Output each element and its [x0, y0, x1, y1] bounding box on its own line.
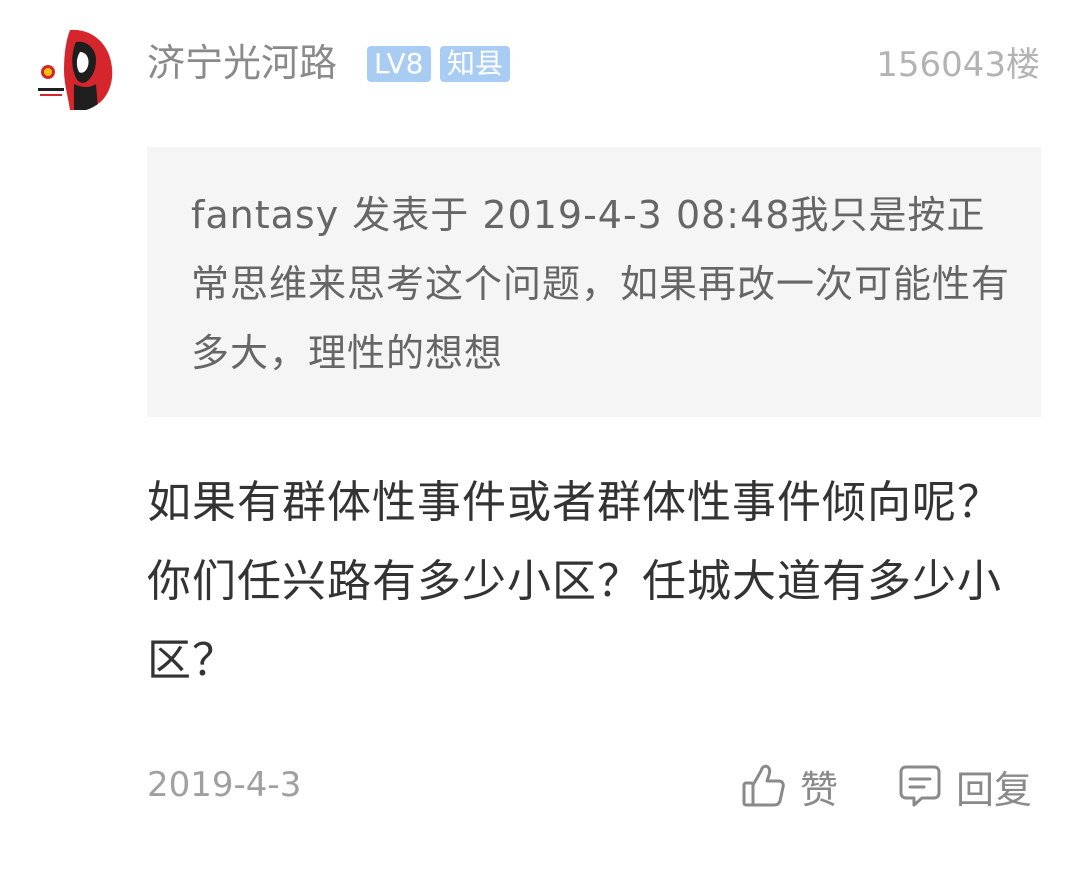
quote-text: fantasy 发表于 2019-4-3 08:48我只是按正常思维来思考这个问… [191, 193, 1011, 375]
post-content: 如果有群体性事件或者群体性事件倾向呢？你们任兴路有多少小区？任城大道有多少小区？ [147, 477, 1002, 686]
like-label: 赞 [800, 767, 839, 812]
reply-label: 回复 [956, 767, 1033, 812]
post-date: 2019-4-3 [147, 765, 302, 805]
like-button[interactable]: 赞 [742, 758, 838, 814]
user-avatar[interactable] [30, 26, 116, 112]
quoted-reply: fantasy 发表于 2019-4-3 08:48我只是按正常思维来思考这个问… [147, 147, 1041, 417]
comment-icon [898, 763, 942, 809]
username[interactable]: 济宁光河路 [147, 38, 337, 88]
floor-number: 156043楼 [876, 45, 1040, 85]
reply-button[interactable]: 回复 [898, 758, 1032, 814]
level-badge: LV8 [367, 46, 431, 82]
rank-badge: 知县 [440, 46, 511, 82]
thumbs-up-icon [742, 763, 786, 809]
